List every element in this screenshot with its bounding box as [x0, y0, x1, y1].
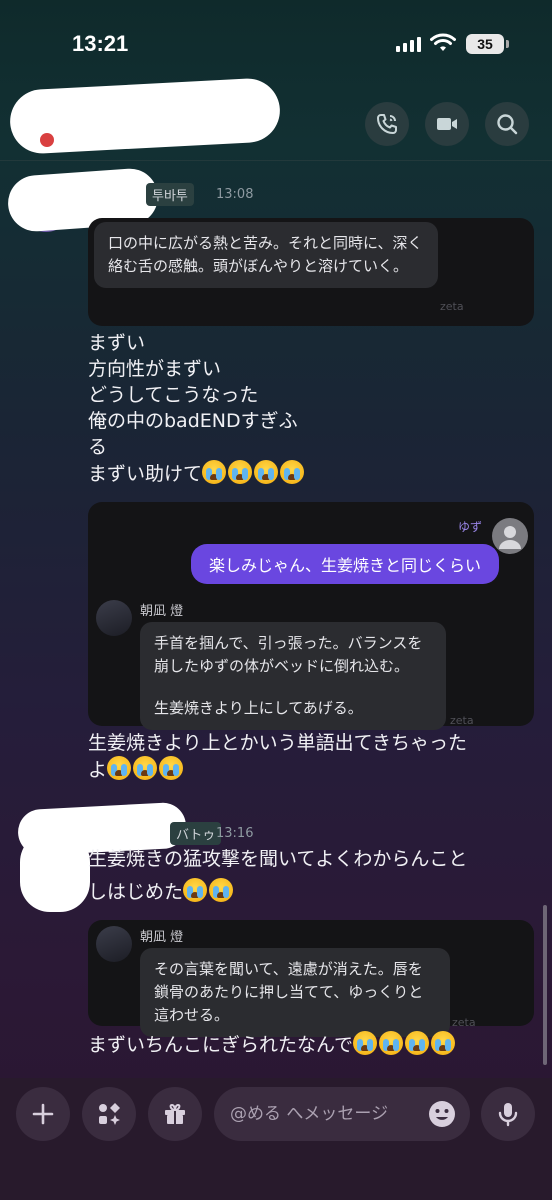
battery-tip — [506, 40, 509, 48]
timestamp: 13:16 — [216, 826, 254, 841]
chat-message: 生姜焼きより上とかいう単語出てきちゃった よ — [88, 732, 468, 781]
gift-icon — [165, 1103, 185, 1124]
loudly-crying-emoji — [159, 756, 184, 780]
status-bar: 13:21 35 — [0, 0, 552, 90]
loudly-crying-emoji — [431, 1031, 456, 1055]
bot-name: 朝凪 燈 — [140, 930, 184, 945]
loudly-crying-emoji — [405, 1031, 430, 1055]
gift-button[interactable] — [148, 1087, 202, 1141]
loudly-crying-emoji — [228, 460, 253, 484]
search-button[interactable] — [485, 102, 529, 146]
header-divider — [0, 160, 552, 161]
video-icon — [437, 118, 457, 130]
user-message-bubble: 楽しみじゃん、生姜焼きと同じくらい — [191, 544, 500, 584]
cellular-signal-icon — [396, 36, 421, 52]
wifi-icon — [430, 33, 456, 51]
role-tag: バトゥ — [170, 822, 222, 845]
user-name: ゆず — [458, 520, 483, 534]
loudly-crying-emoji — [379, 1031, 404, 1055]
timestamp: 13:08 — [216, 187, 254, 202]
bot-name: 朝凪 燈 — [140, 604, 184, 619]
bot-message-bubble: 手首を掴んで、引っ張った。バランスを崩したゆずの体がベッドに倒れ込む。 生姜焼き… — [140, 622, 446, 730]
chat-message: まずいちんこにぎられたなんで — [88, 1031, 457, 1058]
chat-message: まずい 方向性がまずい どうしてこうなった 俺の中のbadENDすぎふ る まず… — [88, 330, 306, 487]
watermark: zeta — [440, 300, 464, 313]
user-avatar-icon — [492, 518, 528, 554]
loudly-crying-emoji — [202, 460, 227, 484]
watermark: zeta — [450, 714, 474, 727]
microphone-icon — [498, 1103, 518, 1127]
plus-icon — [32, 1103, 54, 1125]
phone-icon — [377, 114, 397, 134]
message-input-field[interactable] — [214, 1087, 470, 1141]
loudly-crying-emoji — [353, 1031, 378, 1055]
clock: 13:21 — [72, 31, 129, 56]
loudly-crying-emoji — [133, 756, 158, 780]
redaction-mark — [20, 832, 90, 912]
battery-icon: 35 — [466, 34, 504, 54]
loudly-crying-emoji — [254, 460, 279, 484]
bot-message-bubble: その言葉を聞いて、遠慮が消えた。唇を鎖骨のあたりに押し当てて、ゆっくりと這わせる… — [140, 948, 450, 1037]
loudly-crying-emoji — [107, 756, 132, 780]
video-call-button[interactable] — [425, 102, 469, 146]
bot-avatar — [96, 926, 132, 962]
emoji-icon[interactable] — [428, 1100, 456, 1128]
loudly-crying-emoji — [280, 460, 305, 484]
watermark: zeta — [452, 1016, 476, 1029]
search-icon — [497, 114, 518, 135]
scrollbar[interactable] — [543, 905, 547, 1065]
loudly-crying-emoji — [209, 878, 234, 902]
apps-button[interactable] — [82, 1087, 136, 1141]
role-tag: 투바투 — [146, 183, 194, 206]
apps-icon — [99, 1103, 120, 1125]
unread-badge — [40, 133, 54, 147]
voice-message-button[interactable] — [481, 1087, 535, 1141]
add-attachment-button[interactable] — [16, 1087, 70, 1141]
bot-message-bubble: 口の中に広がる熱と苦み。それと同時に、深く絡む舌の感触。頭がぼんやりと溶けていく… — [94, 222, 438, 288]
message-input[interactable] — [230, 1100, 420, 1128]
chat-message: 生姜焼きの猛攻撃を聞いてよくわからんこと しはじめた — [88, 848, 468, 903]
voice-call-button[interactable] — [365, 102, 409, 146]
bot-avatar — [96, 600, 132, 636]
loudly-crying-emoji — [183, 878, 208, 902]
